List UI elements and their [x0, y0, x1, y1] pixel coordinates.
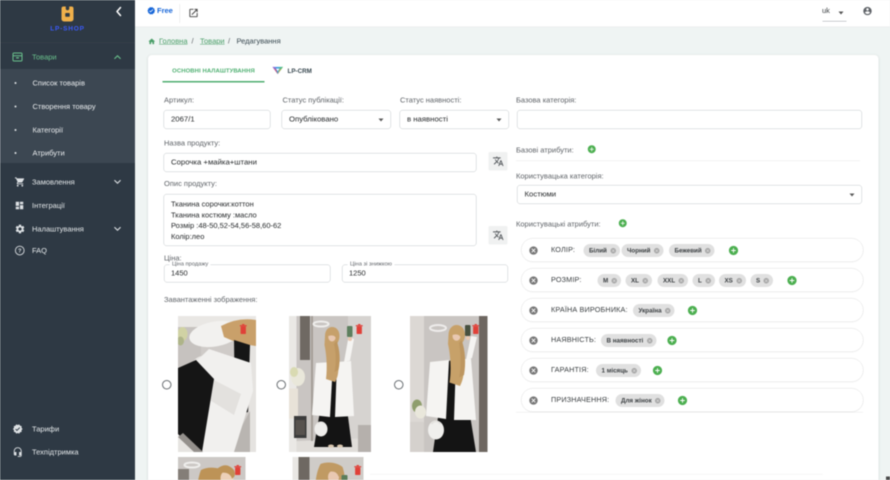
svg-text:?: ?	[18, 248, 22, 254]
